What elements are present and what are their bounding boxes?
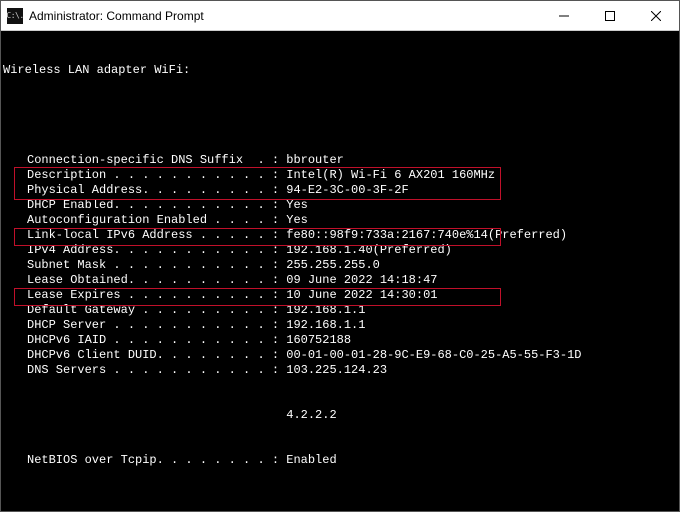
config-line: Subnet Mask . . . . . . . . . . . : 255.… [3,258,679,273]
config-line: Lease Obtained. . . . . . . . . . : 09 J… [3,273,679,288]
config-line: DHCP Enabled. . . . . . . . . . . : Yes [3,198,679,213]
config-line: IPv4 Address. . . . . . . . . . . : 192.… [3,243,679,258]
config-line: Connection-specific DNS Suffix . : bbrou… [3,153,679,168]
command-prompt-window: C:\. Administrator: Command Prompt Wirel… [0,0,680,512]
minimize-button[interactable] [541,1,587,30]
config-line: Autoconfiguration Enabled . . . . : Yes [3,213,679,228]
config-line: DHCPv6 IAID . . . . . . . . . . . : 1607… [3,333,679,348]
window-title: Administrator: Command Prompt [29,9,541,23]
maximize-button[interactable] [587,1,633,30]
close-button[interactable] [633,1,679,30]
config-line: DNS Servers . . . . . . . . . . . : 103.… [3,363,679,378]
dns-extra-line: 4.2.2.2 [3,408,679,423]
config-line: DHCP Server . . . . . . . . . . . : 192.… [3,318,679,333]
config-line: Default Gateway . . . . . . . . . : 192.… [3,303,679,318]
cmd-icon: C:\. [7,8,23,24]
section-header: Wireless LAN adapter WiFi: [3,63,679,78]
config-line: DHCPv6 Client DUID. . . . . . . . : 00-0… [3,348,679,363]
netbios-line: NetBIOS over Tcpip. . . . . . . . : Enab… [3,453,679,468]
terminal-output[interactable]: Wireless LAN adapter WiFi: Connection-sp… [1,31,679,511]
config-line: Description . . . . . . . . . . . : Inte… [3,168,679,183]
config-line: Link-local IPv6 Address . . . . . : fe80… [3,228,679,243]
config-line: Physical Address. . . . . . . . . : 94-E… [3,183,679,198]
wifi-adapter-block: Connection-specific DNS Suffix . : bbrou… [3,153,679,378]
config-line: Lease Expires . . . . . . . . . . : 10 J… [3,288,679,303]
titlebar[interactable]: C:\. Administrator: Command Prompt [1,1,679,31]
